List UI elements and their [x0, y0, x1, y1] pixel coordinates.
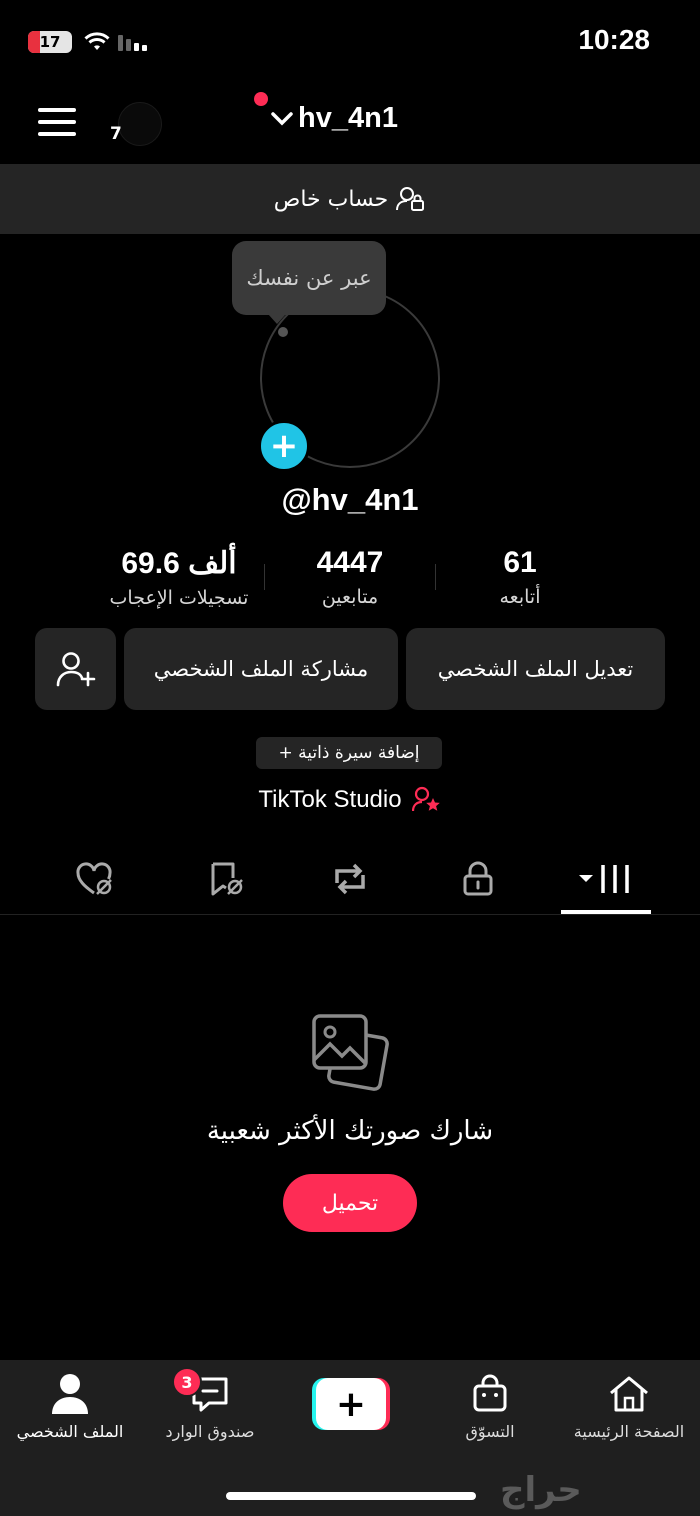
private-user-icon: [396, 187, 425, 211]
chevron-down-icon: [271, 111, 293, 125]
private-label: حساب خاص: [273, 186, 389, 212]
notification-dot: [254, 92, 268, 106]
plus-icon: +: [316, 1378, 386, 1430]
tab-liked[interactable]: [50, 846, 140, 912]
shopping-bag-icon: [473, 1374, 507, 1412]
account-switcher[interactable]: hv_4n1: [270, 102, 398, 135]
private-account-bar: حساب خاص: [0, 164, 700, 234]
tab-reposts[interactable]: [305, 846, 395, 912]
followers-count: 4447: [316, 546, 384, 579]
bio-tooltip[interactable]: عبر عن نفسك: [232, 241, 386, 315]
grid-videos-icon: [579, 865, 629, 893]
tooltip-dot: [278, 327, 288, 337]
liked-hidden-icon: [76, 862, 112, 895]
tab-videos[interactable]: [561, 846, 651, 912]
add-photo-button[interactable]: +: [258, 420, 310, 472]
add-user-icon: [56, 652, 95, 687]
inbox-badge: 3: [172, 1367, 202, 1397]
stat-divider: [264, 564, 265, 590]
following-stat[interactable]: 61 أتابعه: [460, 546, 580, 608]
story-count: 7: [110, 124, 122, 144]
signal-icon: [118, 35, 147, 51]
menu-button[interactable]: [38, 108, 76, 136]
wifi-icon: [84, 32, 110, 50]
profile-icon: [52, 1374, 88, 1414]
active-tab-indicator: [561, 910, 651, 914]
likes-stat: 69.6 ألف تسجيلات الإعجاب: [96, 546, 262, 609]
following-count: 61: [503, 546, 537, 579]
nav-profile-label: الملف الشخصي: [16, 1422, 124, 1441]
header-username: hv_4n1: [298, 102, 398, 134]
creator-star-icon: [411, 786, 440, 812]
home-icon: [610, 1376, 648, 1412]
content-tabs: [0, 846, 700, 915]
studio-label: TikTok Studio: [258, 786, 402, 813]
followers-label: متابعين: [321, 586, 379, 608]
status-time: 10:28: [578, 24, 650, 55]
battery-level: 17: [39, 33, 61, 51]
nav-inbox-label: صندوق الوارد: [165, 1422, 255, 1441]
repost-icon: [335, 863, 365, 895]
tiktok-studio-link[interactable]: TikTok Studio: [0, 786, 700, 814]
story-avatar[interactable]: [118, 102, 162, 146]
bookmark-hidden-icon: [211, 862, 243, 896]
nav-shop-label: التسوّق: [465, 1422, 515, 1441]
nav-profile[interactable]: الملف الشخصي: [10, 1372, 130, 1441]
create-button[interactable]: +: [312, 1378, 390, 1430]
add-bio-button[interactable]: + إضافة سيرة ذاتية: [256, 737, 442, 769]
likes-label: تسجيلات الإعجاب: [109, 587, 249, 609]
lock-icon: [463, 861, 493, 896]
nav-shop[interactable]: التسوّق: [440, 1372, 540, 1441]
tooltip-arrow: [268, 314, 286, 324]
battery-indicator: 17: [28, 31, 72, 53]
nav-home-label: الصفحة الرئيسية: [573, 1422, 685, 1441]
home-indicator: [226, 1492, 476, 1500]
stat-divider: [435, 564, 436, 590]
edit-profile-button[interactable]: تعديل الملف الشخصي: [406, 628, 665, 710]
likes-count: 69.6 ألف: [121, 547, 237, 580]
watermark-logo: حراج: [500, 1470, 582, 1510]
nav-home[interactable]: الصفحة الرئيسية: [566, 1372, 692, 1441]
tab-private[interactable]: [433, 846, 523, 912]
tab-favorites[interactable]: [180, 846, 270, 912]
upload-button[interactable]: تحميل: [283, 1174, 417, 1232]
share-profile-button[interactable]: مشاركة الملف الشخصي: [124, 628, 398, 710]
photos-icon: [312, 1014, 389, 1091]
followers-stat[interactable]: 4447 متابعين: [280, 546, 420, 608]
following-label: أتابعه: [499, 586, 541, 608]
profile-handle: @hv_4n1: [281, 482, 419, 517]
add-friend-button[interactable]: [35, 628, 116, 710]
empty-state-text: شارك صورتك الأكثر شعبية: [206, 1116, 494, 1146]
